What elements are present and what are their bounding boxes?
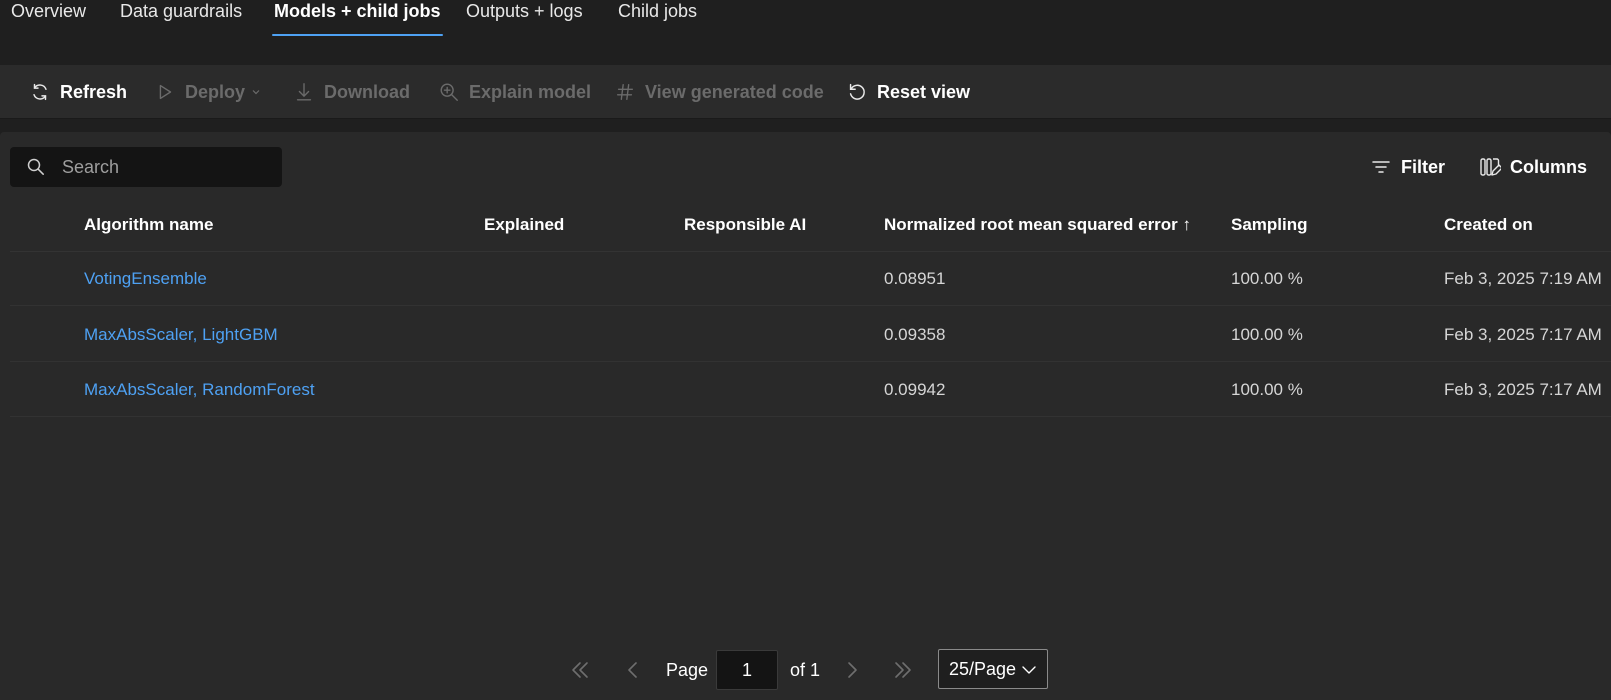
filter-label: Filter — [1401, 156, 1446, 177]
page-number-input[interactable]: 1 — [716, 650, 778, 690]
created-on-cell: Feb 3, 2025 7:17 AM — [1444, 325, 1602, 344]
double-chevron-left-icon — [572, 662, 588, 678]
search-icon — [27, 158, 44, 175]
chevron-right-icon — [848, 662, 857, 678]
table-row[interactable]: MaxAbsScaler, RandomForest 0.09942 100.0… — [10, 363, 1611, 417]
download-label: Download — [324, 81, 410, 102]
sampling-cell: 100.00 % — [1231, 325, 1303, 344]
algorithm-name-link[interactable]: MaxAbsScaler, RandomForest — [84, 363, 315, 417]
hash-icon — [614, 81, 636, 103]
page-label: Page — [666, 659, 709, 680]
view-generated-code-label: View generated code — [645, 81, 824, 102]
column-header-responsible-ai[interactable]: Responsible AI — [684, 212, 806, 238]
first-page-button[interactable] — [568, 650, 592, 690]
double-chevron-right-icon — [895, 662, 911, 678]
tab-models-child-jobs[interactable]: Models + child jobs — [272, 0, 443, 36]
tab-overview[interactable]: Overview — [11, 0, 86, 36]
download-button[interactable]: Download — [293, 65, 410, 119]
columns-icon — [1480, 158, 1501, 176]
reset-icon — [846, 81, 868, 103]
deploy-label: Deploy — [185, 81, 246, 102]
nrmse-cell: 0.09358 — [884, 325, 946, 344]
column-header-algorithm-name[interactable]: Algorithm name — [84, 212, 213, 238]
page-count-label: of 1 — [790, 659, 821, 680]
algorithm-name-link[interactable]: MaxAbsScaler, LightGBM — [84, 308, 278, 362]
tab-bar: Overview Data guardrails Models + child … — [0, 0, 1611, 65]
last-page-button[interactable] — [891, 650, 915, 690]
explain-model-label: Explain model — [469, 81, 592, 102]
next-page-button[interactable] — [840, 650, 864, 690]
reset-view-button[interactable]: Reset view — [846, 65, 970, 119]
column-header-explained[interactable]: Explained — [484, 212, 564, 238]
previous-page-button[interactable] — [621, 650, 645, 690]
sampling-cell: 100.00 % — [1231, 269, 1303, 288]
column-header-created-on[interactable]: Created on — [1444, 212, 1533, 238]
nrmse-cell: 0.08951 — [884, 269, 946, 288]
deploy-button[interactable]: Deploy — [154, 65, 261, 119]
chevron-down-icon — [252, 90, 260, 95]
view-generated-code-button[interactable]: View generated code — [614, 65, 824, 119]
sampling-cell: 100.00 % — [1231, 380, 1303, 399]
zoom-in-icon — [438, 81, 460, 103]
chevron-left-icon — [628, 662, 637, 678]
created-on-cell: Feb 3, 2025 7:19 AM — [1444, 269, 1602, 288]
download-icon — [293, 81, 315, 103]
command-bar: Refresh Deploy Download Explain model Vi… — [0, 65, 1611, 119]
columns-label: Columns — [1510, 156, 1588, 177]
chevron-down-icon — [1022, 666, 1036, 674]
refresh-button[interactable]: Refresh — [29, 65, 127, 119]
created-on-cell: Feb 3, 2025 7:17 AM — [1444, 380, 1602, 399]
filter-button[interactable]: Filter — [1370, 147, 1445, 187]
filter-icon — [1372, 161, 1390, 173]
models-panel: Filter Columns Algorithm name Explained … — [0, 132, 1611, 700]
refresh-icon — [29, 81, 51, 103]
table-row[interactable]: VotingEnsemble 0.08951 100.00 % Feb 3, 2… — [10, 252, 1611, 306]
reset-view-label: Reset view — [877, 81, 971, 102]
column-header-nrmse[interactable]: Normalized root mean squared error ↑ — [884, 212, 1191, 238]
search-box[interactable] — [10, 147, 282, 187]
page-size-value: 25/Page — [949, 658, 1017, 679]
explain-model-button[interactable]: Explain model — [438, 65, 591, 119]
tab-outputs-logs[interactable]: Outputs + logs — [466, 0, 583, 36]
tab-child-jobs[interactable]: Child jobs — [618, 0, 697, 36]
nrmse-cell: 0.09942 — [884, 380, 946, 399]
page-size-select[interactable]: 25/Page — [938, 649, 1048, 689]
play-icon — [154, 81, 176, 103]
search-input[interactable] — [62, 156, 262, 178]
table-row[interactable]: MaxAbsScaler, LightGBM 0.09358 100.00 % … — [10, 308, 1611, 362]
algorithm-name-link[interactable]: VotingEnsemble — [84, 252, 207, 306]
refresh-label: Refresh — [60, 81, 128, 102]
columns-button[interactable]: Columns — [1479, 147, 1587, 187]
tab-data-guardrails[interactable]: Data guardrails — [120, 0, 242, 36]
column-header-sampling[interactable]: Sampling — [1231, 212, 1308, 238]
